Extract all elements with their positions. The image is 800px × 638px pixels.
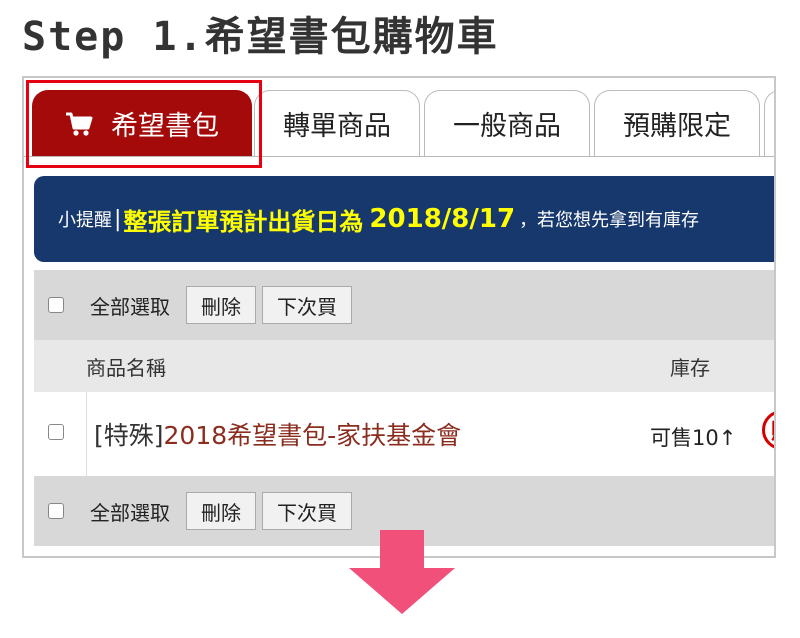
select-all-label: 全部選取 bbox=[90, 500, 170, 525]
tab-label: 希望書包 bbox=[111, 111, 219, 142]
tab-general-items[interactable]: 一般商品 bbox=[424, 90, 590, 156]
item-tag: [特殊] bbox=[94, 421, 164, 450]
shipping-notice-banner: 小提醒 | 整張訂單預計出貨日為 2018/8/17 ，若您想先拿到有庫存 bbox=[34, 176, 774, 262]
toolbar-top: 全部選取 刪除 下次買 bbox=[34, 270, 774, 340]
delete-label: 刪除 bbox=[201, 294, 241, 319]
select-all-checkbox[interactable] bbox=[48, 503, 64, 519]
item-stock: 可售10↑ bbox=[650, 426, 737, 450]
buy-later-button[interactable]: 下次買 bbox=[262, 286, 352, 324]
notice-prefix: 小提醒 bbox=[58, 210, 112, 231]
notice-highlight: 整張訂單預計出貨日為 bbox=[123, 206, 364, 236]
gift-icon[interactable]: 贈 bbox=[762, 410, 774, 450]
table-row: [特殊]2018希望書包-家扶基金會 可售10↑ 贈 bbox=[34, 392, 774, 477]
cart-panel: 希望書包 轉單商品 一般商品 預購限定 小提醒 | 整張訂單預計出貨日為 201… bbox=[22, 76, 776, 558]
notice-separator: | bbox=[114, 206, 122, 232]
select-all-label: 全部選取 bbox=[90, 294, 170, 319]
tabs-divider bbox=[24, 156, 774, 157]
table-header: 商品名稱 庫存 bbox=[34, 340, 774, 392]
notice-suffix: ，若您想先拿到有庫存 bbox=[519, 210, 700, 231]
item-title-link[interactable]: 2018希望書包-家扶基金會 bbox=[164, 421, 462, 450]
buy-later-label: 下次買 bbox=[277, 500, 337, 525]
delete-button[interactable]: 刪除 bbox=[186, 492, 256, 530]
tab-more[interactable] bbox=[764, 90, 774, 156]
tab-label: 預購限定 bbox=[623, 111, 731, 142]
item-name[interactable]: [特殊]2018希望書包-家扶基金會 bbox=[94, 416, 461, 452]
shopping-cart-icon bbox=[65, 111, 93, 137]
delete-label: 刪除 bbox=[201, 500, 241, 525]
header-stock: 庫存 bbox=[670, 355, 710, 380]
select-all-checkbox[interactable] bbox=[48, 297, 64, 313]
tab-transfer-items[interactable]: 轉單商品 bbox=[254, 90, 420, 156]
down-arrow-icon bbox=[349, 530, 455, 618]
row-divider bbox=[86, 392, 87, 476]
tab-preorder[interactable]: 預購限定 bbox=[594, 90, 760, 156]
tab-hope-schoolbag[interactable]: 希望書包 bbox=[32, 90, 252, 156]
item-checkbox[interactable] bbox=[48, 424, 64, 440]
buy-later-button[interactable]: 下次買 bbox=[262, 492, 352, 530]
notice-date: 2018/8/17 bbox=[369, 204, 516, 234]
buy-later-label: 下次買 bbox=[277, 294, 337, 319]
delete-button[interactable]: 刪除 bbox=[186, 286, 256, 324]
tab-label: 一般商品 bbox=[453, 111, 561, 142]
page-title: Step 1.希望書包購物車 bbox=[22, 14, 499, 60]
cart-tabs: 希望書包 轉單商品 一般商品 預購限定 bbox=[24, 78, 774, 168]
tab-label: 轉單商品 bbox=[283, 111, 391, 142]
header-name: 商品名稱 bbox=[86, 355, 166, 380]
